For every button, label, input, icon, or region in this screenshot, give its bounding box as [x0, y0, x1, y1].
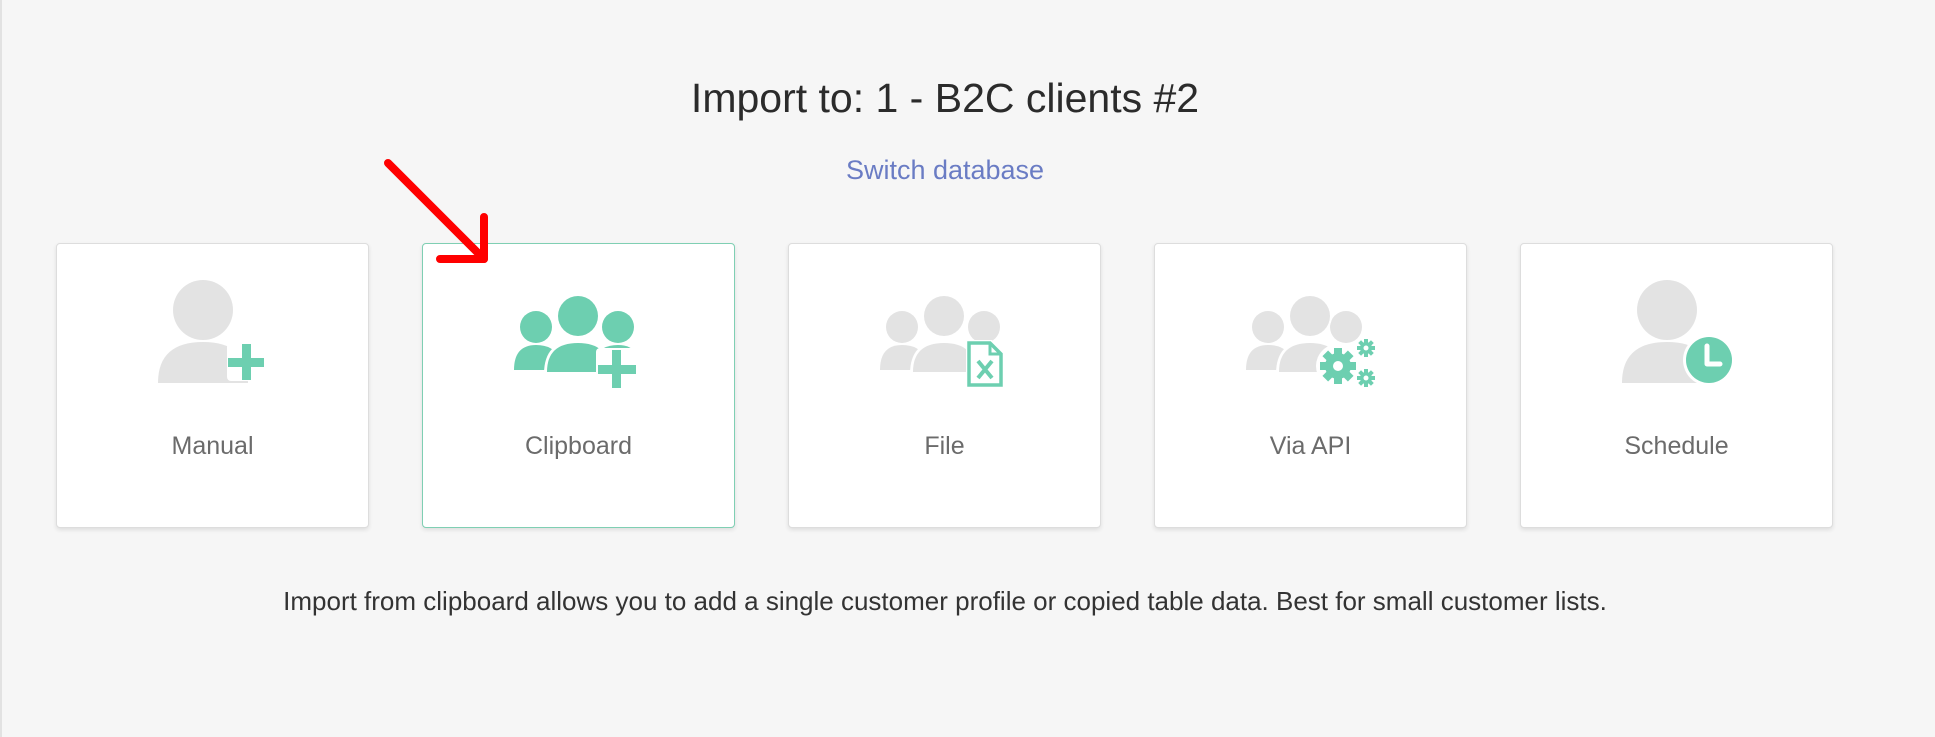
option-label: Clipboard	[524, 432, 632, 460]
switch-database-link[interactable]: Switch database	[0, 152, 1890, 188]
group-gears-icon	[1245, 294, 1375, 388]
option-label: File	[924, 432, 965, 460]
import-description: Import from clipboard allows you to add …	[283, 586, 1607, 616]
file-option-card[interactable]: File	[788, 243, 1101, 528]
schedule-option-card[interactable]: Schedule	[1520, 243, 1833, 528]
group-add-icon	[513, 294, 640, 388]
manual-option-card[interactable]: Manual	[56, 243, 369, 528]
option-label: Schedule	[1624, 432, 1729, 460]
option-label: Manual	[171, 432, 254, 460]
person-add-icon	[157, 280, 265, 383]
group-excel-file-icon	[879, 294, 1004, 388]
page-title: Import to: 1 - B2C clients #2	[690, 75, 1200, 121]
via-api-option-card[interactable]: Via API	[1154, 243, 1467, 528]
person-clock-icon	[1621, 280, 1735, 386]
option-label: Via API	[1269, 432, 1352, 460]
clipboard-option-card[interactable]: Clipboard	[422, 243, 735, 528]
annotation-arrow-icon	[384, 159, 488, 263]
